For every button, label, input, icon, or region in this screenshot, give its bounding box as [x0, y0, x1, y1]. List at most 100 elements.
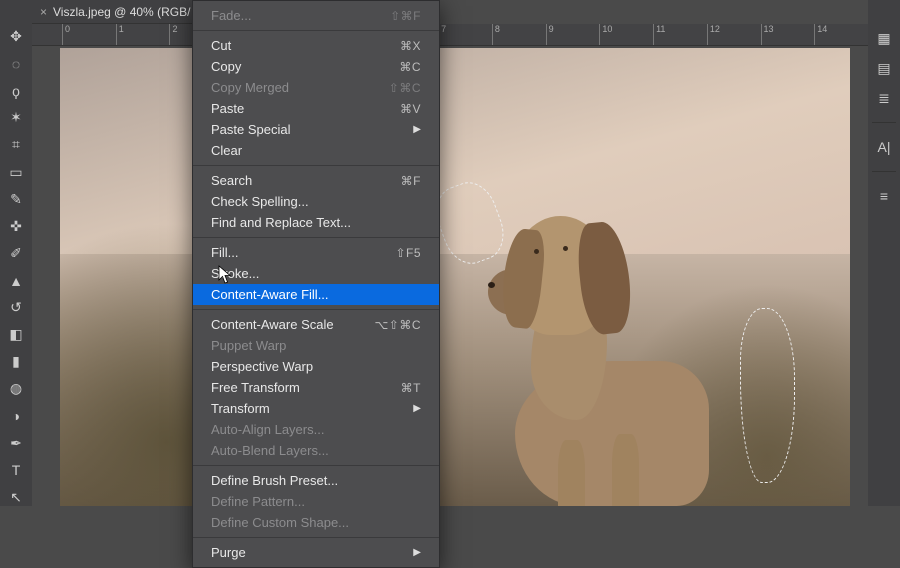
menu-copy-merged: Copy Merged ⇧⌘C — [193, 77, 439, 98]
submenu-arrow-icon: ▶ — [413, 547, 421, 558]
edit-menu: Fade... ⇧⌘F Cut ⌘X Copy ⌘C Copy Merged ⇧⌘C Paste… — [192, 0, 440, 568]
menu-shortcut: ⌘C — [399, 60, 421, 74]
menu-item-label: Define Custom Shape... — [211, 515, 349, 530]
menu-item-label: Free Transform — [211, 380, 300, 395]
menu-copy[interactable]: Copy ⌘C — [193, 56, 439, 77]
menu-item-label: Copy — [211, 59, 241, 74]
history-panel-icon[interactable]: ≡ — [874, 186, 894, 206]
menu-perspective-warp[interactable]: Perspective Warp — [193, 356, 439, 377]
menu-item-label: Transform — [211, 401, 270, 416]
menu-item-label: Search — [211, 173, 252, 188]
menu-shortcut: ⇧⌘F — [390, 9, 421, 23]
menu-define-shape: Define Custom Shape... — [193, 512, 439, 533]
menu-transform[interactable]: Transform ▶ — [193, 398, 439, 419]
menu-free-transform[interactable]: Free Transform ⌘T — [193, 377, 439, 398]
brush-tool[interactable]: ✐ — [6, 245, 26, 262]
move-tool[interactable]: ✥ — [6, 28, 26, 45]
menu-item-label: Purge — [211, 545, 246, 560]
selection-marquee-2[interactable] — [740, 308, 795, 483]
close-icon[interactable]: × — [40, 5, 47, 19]
tab-mode: RGB/ — [161, 5, 190, 19]
type-tool[interactable]: T — [6, 462, 26, 479]
menu-separator — [193, 165, 439, 166]
submenu-arrow-icon: ▶ — [413, 403, 421, 414]
menu-paste[interactable]: Paste ⌘V — [193, 98, 439, 119]
menu-item-label: Puppet Warp — [211, 338, 286, 353]
lasso-tool[interactable]: ϙ — [6, 82, 26, 99]
menu-shortcut: ⌥⇧⌘C — [374, 318, 421, 332]
menu-check-spelling[interactable]: Check Spelling... — [193, 191, 439, 212]
menu-clear[interactable]: Clear — [193, 140, 439, 161]
menu-shortcut: ⌘V — [400, 102, 421, 116]
healing-brush-tool[interactable]: ✜ — [6, 218, 26, 235]
glyphs-panel-icon[interactable]: A| — [874, 137, 894, 157]
menu-item-label: Stroke... — [211, 266, 259, 281]
menu-item-label: Content-Aware Scale — [211, 317, 334, 332]
menu-item-label: Define Pattern... — [211, 494, 305, 509]
history-brush-tool[interactable]: ↺ — [6, 299, 26, 316]
menu-define-pattern: Define Pattern... — [193, 491, 439, 512]
menu-content-aware-fill[interactable]: Content-Aware Fill... — [193, 284, 439, 305]
clone-stamp-tool[interactable]: ▲ — [6, 272, 26, 289]
frame-tool[interactable]: ▭ — [6, 164, 26, 181]
magic-wand-tool[interactable]: ✶ — [6, 109, 26, 126]
dodge-tool[interactable]: ◑ — [6, 408, 26, 425]
menu-puppet-warp: Puppet Warp — [193, 335, 439, 356]
menu-item-label: Fill... — [211, 245, 238, 260]
menu-item-label: Perspective Warp — [211, 359, 313, 374]
menu-item-label: Define Brush Preset... — [211, 473, 338, 488]
menu-item-label: Check Spelling... — [211, 194, 309, 209]
menu-auto-blend: Auto-Blend Layers... — [193, 440, 439, 461]
menu-item-label: Auto-Blend Layers... — [211, 443, 329, 458]
eraser-tool[interactable]: ◧ — [6, 326, 26, 343]
eyedropper-tool[interactable]: ✎ — [6, 191, 26, 208]
menu-item-label: Clear — [211, 143, 242, 158]
path-selection-tool[interactable]: ↖ — [6, 489, 26, 506]
menu-shortcut: ⌘T — [401, 381, 421, 395]
pen-tool[interactable]: ✒ — [6, 435, 26, 452]
menu-stroke[interactable]: Stroke... — [193, 263, 439, 284]
menu-item-label: Find and Replace Text... — [211, 215, 351, 230]
menu-define-brush[interactable]: Define Brush Preset... — [193, 470, 439, 491]
tab-filename: Viszla.jpeg — [53, 5, 111, 19]
canvas[interactable] — [60, 48, 850, 506]
left-toolbar: ✥ ◌ ϙ ✶ ⌗ ▭ ✎ ✜ ✐ ▲ ↺ ◧ ▮ ◍ ◑ ✒ T ↖ — [0, 0, 32, 506]
color-panel-icon[interactable]: ▦ — [874, 28, 894, 48]
menu-auto-align: Auto-Align Layers... — [193, 419, 439, 440]
tab-zoom: 40% — [130, 5, 154, 19]
styles-panel-icon[interactable]: ≣ — [874, 88, 894, 108]
menu-item-label: Content-Aware Fill... — [211, 287, 329, 302]
menu-separator — [193, 30, 439, 31]
menu-item-label: Auto-Align Layers... — [211, 422, 324, 437]
menu-cut[interactable]: Cut ⌘X — [193, 35, 439, 56]
gradient-tool[interactable]: ▮ — [6, 353, 26, 370]
submenu-arrow-icon: ▶ — [413, 124, 421, 135]
menu-item-label: Cut — [211, 38, 231, 53]
menu-shortcut: ⇧F5 — [395, 246, 421, 260]
menu-separator — [193, 537, 439, 538]
menu-item-label: Paste — [211, 101, 244, 116]
menu-separator — [193, 309, 439, 310]
right-toolbar: ▦ ▤ ≣ A| ≡ — [868, 0, 900, 506]
menu-item-label: Paste Special — [211, 122, 291, 137]
menu-shortcut: ⌘F — [401, 174, 421, 188]
menu-shortcut: ⇧⌘C — [389, 81, 421, 95]
menu-paste-special[interactable]: Paste Special ▶ — [193, 119, 439, 140]
menu-purge[interactable]: Purge ▶ — [193, 542, 439, 563]
menu-item-label: Copy Merged — [211, 80, 289, 95]
menu-item-label: Fade... — [211, 8, 251, 23]
menu-separator — [193, 465, 439, 466]
blur-tool[interactable]: ◍ — [6, 380, 26, 397]
marquee-tool[interactable]: ◌ — [6, 55, 26, 72]
menu-fill[interactable]: Fill... ⇧F5 — [193, 242, 439, 263]
menu-fade: Fade... ⇧⌘F — [193, 5, 439, 26]
menu-content-aware-scale[interactable]: Content-Aware Scale ⌥⇧⌘C — [193, 314, 439, 335]
crop-tool[interactable]: ⌗ — [6, 136, 26, 153]
menu-find-replace[interactable]: Find and Replace Text... — [193, 212, 439, 233]
document-tab[interactable]: × Viszla.jpeg @ 40% ( RGB/ — [32, 0, 198, 24]
menu-shortcut: ⌘X — [400, 39, 421, 53]
menu-search[interactable]: Search ⌘F — [193, 170, 439, 191]
menu-separator — [193, 237, 439, 238]
swatches-panel-icon[interactable]: ▤ — [874, 58, 894, 78]
horizontal-ruler: 01234567891011121314 — [32, 24, 868, 46]
